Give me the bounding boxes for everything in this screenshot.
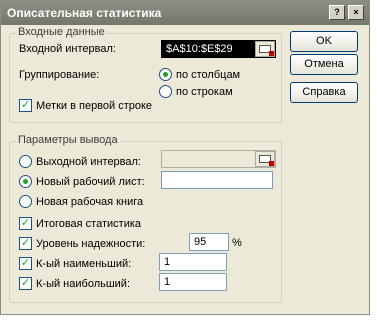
- output-range-radio[interactable]: [19, 155, 32, 168]
- title-bar: Описательная статистика ? ×: [1, 1, 369, 25]
- output-range-label: Выходной интервал:: [36, 156, 141, 168]
- summary-stats-label: Итоговая статистика: [36, 218, 142, 230]
- new-workbook-label: Новая рабочая книга: [36, 196, 144, 208]
- by-columns-radio[interactable]: [159, 68, 172, 81]
- by-rows-radio[interactable]: [159, 85, 172, 98]
- new-sheet-label: Новый рабочий лист:: [36, 176, 145, 188]
- kth-largest-field[interactable]: 1: [159, 273, 227, 291]
- input-range-label: Входной интервал:: [19, 43, 116, 55]
- confidence-field[interactable]: 95: [189, 233, 229, 251]
- kth-largest-label: К-ый наибольший:: [36, 278, 131, 290]
- close-button[interactable]: ×: [348, 5, 364, 20]
- kth-largest-value: 1: [164, 276, 171, 288]
- kth-smallest-checkbox[interactable]: ✓: [19, 257, 32, 270]
- descriptive-statistics-dialog: Описательная статистика ? × Входные данн…: [0, 0, 370, 315]
- by-columns-label: по столбцам: [176, 69, 241, 81]
- ok-button[interactable]: OK: [290, 31, 358, 52]
- labels-first-row-checkbox[interactable]: ✓: [19, 99, 32, 112]
- cancel-button[interactable]: Отмена: [290, 54, 358, 75]
- new-sheet-field[interactable]: [161, 171, 273, 189]
- confidence-unit: %: [232, 237, 242, 249]
- help-title-button[interactable]: ?: [329, 5, 345, 20]
- grouping-label: Группирование:: [19, 69, 100, 81]
- input-range-field[interactable]: $A$10:$E$29: [161, 40, 276, 58]
- output-range-field[interactable]: [161, 150, 276, 168]
- kth-smallest-field[interactable]: 1: [159, 253, 227, 271]
- help-button[interactable]: Справка: [290, 82, 358, 103]
- input-range-value: $A$10:$E$29: [166, 43, 233, 55]
- input-group-title: Входные данные: [16, 26, 107, 38]
- confidence-label: Уровень надежности:: [36, 238, 146, 250]
- new-workbook-radio[interactable]: [19, 195, 32, 208]
- by-rows-label: по строкам: [176, 86, 233, 98]
- confidence-value: 95: [194, 236, 207, 248]
- kth-largest-checkbox[interactable]: ✓: [19, 277, 32, 290]
- kth-smallest-label: К-ый наименьший:: [36, 258, 132, 270]
- summary-stats-checkbox[interactable]: ✓: [19, 217, 32, 230]
- output-range-select-icon[interactable]: [255, 151, 275, 167]
- output-group-title: Параметры вывода: [16, 134, 120, 146]
- new-sheet-radio[interactable]: [19, 175, 32, 188]
- confidence-checkbox[interactable]: ✓: [19, 237, 32, 250]
- dialog-title: Описательная статистика: [7, 6, 162, 20]
- labels-first-row-label: Метки в первой строке: [36, 100, 153, 112]
- kth-smallest-value: 1: [164, 256, 171, 268]
- range-select-icon[interactable]: [255, 41, 275, 57]
